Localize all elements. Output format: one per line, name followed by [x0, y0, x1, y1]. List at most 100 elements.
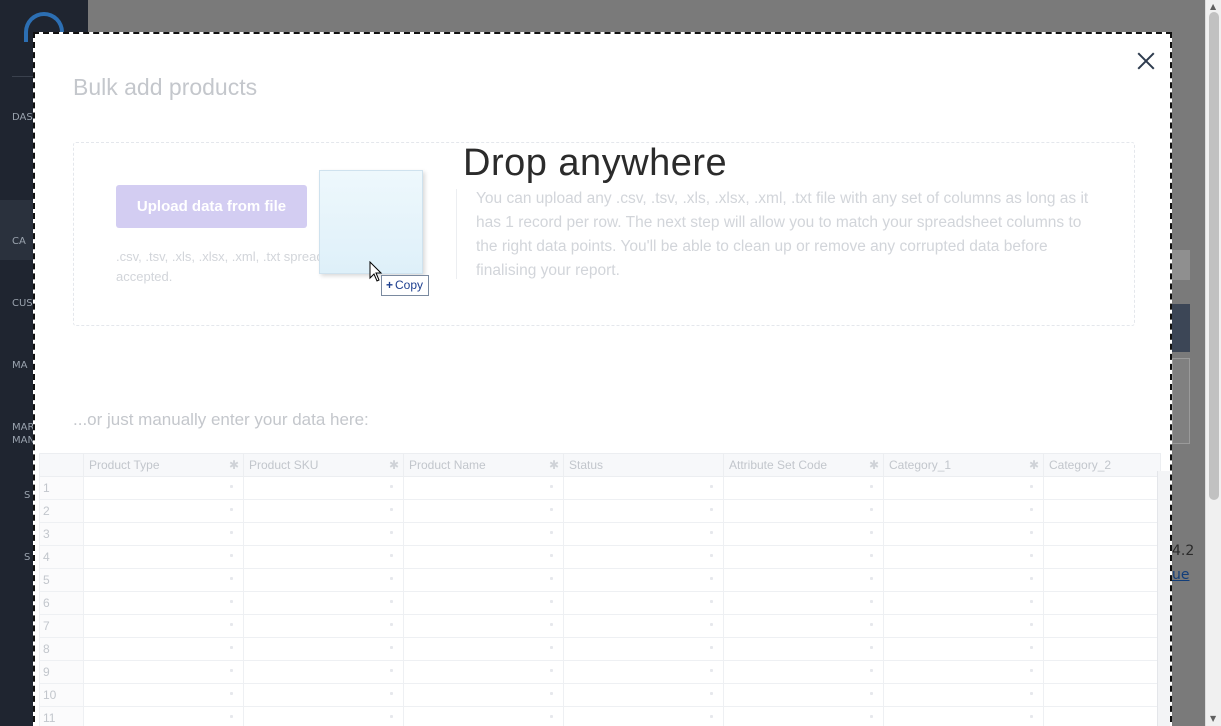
grid-cell[interactable] — [403, 545, 564, 569]
grid-cell[interactable] — [1043, 545, 1161, 569]
grid-cell[interactable] — [883, 591, 1044, 615]
grid-cell[interactable] — [563, 614, 724, 638]
grid-cell[interactable] — [1043, 637, 1161, 661]
background-button — [1172, 250, 1190, 280]
table-row: 11 — [39, 706, 1161, 726]
grid-cell[interactable] — [563, 522, 724, 546]
grid-cell[interactable] — [403, 683, 564, 707]
cell-handle-icon — [1030, 531, 1033, 534]
grid-cell[interactable] — [243, 522, 404, 546]
grid-cell[interactable] — [83, 683, 244, 707]
column-header-status[interactable]: Status — [563, 453, 724, 477]
grid-cell[interactable] — [83, 476, 244, 500]
grid-cell[interactable] — [403, 660, 564, 684]
column-header-product-type[interactable]: Product Type ✱ — [83, 453, 244, 477]
grid-cell[interactable] — [83, 614, 244, 638]
grid-cell[interactable] — [723, 637, 884, 661]
grid-cell[interactable] — [83, 568, 244, 592]
grid-cell[interactable] — [883, 614, 1044, 638]
table-row: 7 — [39, 614, 1161, 638]
grid-cell[interactable] — [243, 499, 404, 523]
grid-cell[interactable] — [403, 614, 564, 638]
column-header-product-name[interactable]: Product Name ✱ — [403, 453, 564, 477]
scroll-up-icon[interactable]: ▲ — [1210, 2, 1216, 11]
column-header-category-1[interactable]: Category_1 ✱ — [883, 453, 1044, 477]
grid-cell[interactable] — [883, 568, 1044, 592]
grid-cell[interactable] — [1043, 476, 1161, 500]
grid-cell[interactable] — [1043, 660, 1161, 684]
grid-cell[interactable] — [1043, 591, 1161, 615]
grid-cell[interactable] — [403, 591, 564, 615]
grid-cell[interactable] — [883, 683, 1044, 707]
grid-cell[interactable] — [563, 660, 724, 684]
grid-cell[interactable] — [243, 591, 404, 615]
grid-cell[interactable] — [403, 706, 564, 726]
grid-cell[interactable] — [563, 637, 724, 661]
grid-cell[interactable] — [723, 660, 884, 684]
grid-cell[interactable] — [883, 476, 1044, 500]
close-icon[interactable] — [1135, 50, 1157, 72]
grid-cell[interactable] — [723, 683, 884, 707]
grid-cell[interactable] — [883, 545, 1044, 569]
page-scrollbar-thumb[interactable] — [1209, 12, 1219, 500]
grid-cell[interactable] — [563, 476, 724, 500]
column-header-product-sku[interactable]: Product SKU ✱ — [243, 453, 404, 477]
column-header-category-2[interactable]: Category_2 — [1043, 453, 1161, 477]
grid-cell[interactable] — [243, 568, 404, 592]
grid-cell[interactable] — [83, 545, 244, 569]
grid-cell[interactable] — [723, 568, 884, 592]
grid-cell[interactable] — [883, 499, 1044, 523]
grid-cell[interactable] — [243, 683, 404, 707]
grid-cell[interactable] — [563, 683, 724, 707]
grid-cell[interactable] — [1043, 522, 1161, 546]
grid-cell[interactable] — [243, 660, 404, 684]
grid-cell[interactable] — [1043, 706, 1161, 726]
grid-cell[interactable] — [243, 545, 404, 569]
grid-cell[interactable] — [83, 706, 244, 726]
grid-cell[interactable] — [723, 591, 884, 615]
grid-cell[interactable] — [723, 476, 884, 500]
grid-cell[interactable] — [83, 660, 244, 684]
grid-cell[interactable] — [243, 706, 404, 726]
grid-cell[interactable] — [243, 476, 404, 500]
grid-cell[interactable] — [403, 522, 564, 546]
grid-cell[interactable] — [563, 591, 724, 615]
grid-cell[interactable] — [1043, 499, 1161, 523]
grid-cell[interactable] — [83, 522, 244, 546]
cell-handle-icon — [710, 577, 713, 580]
upload-file-button[interactable]: Upload data from file — [116, 185, 307, 228]
grid-scrollbar[interactable] — [1157, 471, 1170, 726]
grid-cell[interactable] — [723, 499, 884, 523]
grid-cell[interactable] — [403, 476, 564, 500]
grid-cell[interactable] — [723, 706, 884, 726]
grid-cell[interactable] — [403, 499, 564, 523]
grid-cell[interactable] — [883, 706, 1044, 726]
grid-cell[interactable] — [243, 637, 404, 661]
table-row: 6 — [39, 591, 1161, 615]
drop-anywhere-overlay: Drop anywhere — [463, 142, 728, 184]
row-number: 3 — [39, 522, 84, 546]
grid-cell[interactable] — [883, 660, 1044, 684]
grid-cell[interactable] — [723, 545, 884, 569]
grid-cell[interactable] — [883, 522, 1044, 546]
grid-cell[interactable] — [403, 637, 564, 661]
grid-cell[interactable] — [403, 568, 564, 592]
grid-cell[interactable] — [563, 706, 724, 726]
grid-cell[interactable] — [723, 522, 884, 546]
grid-cell[interactable] — [243, 614, 404, 638]
grid-cell[interactable] — [563, 499, 724, 523]
grid-cell[interactable] — [1043, 568, 1161, 592]
grid-cell[interactable] — [723, 614, 884, 638]
page-scrollbar[interactable]: ▲ ▼ — [1205, 0, 1221, 726]
grid-cell[interactable] — [563, 568, 724, 592]
grid-cell[interactable] — [83, 499, 244, 523]
grid-cell[interactable] — [1043, 683, 1161, 707]
grid-cell[interactable] — [563, 545, 724, 569]
grid-cell[interactable] — [83, 637, 244, 661]
cell-handle-icon — [870, 600, 873, 603]
grid-cell[interactable] — [883, 637, 1044, 661]
grid-cell[interactable] — [1043, 614, 1161, 638]
grid-cell[interactable] — [83, 591, 244, 615]
scroll-down-icon[interactable]: ▼ — [1210, 714, 1216, 723]
column-header-attribute-set-code[interactable]: Attribute Set Code ✱ — [723, 453, 884, 477]
